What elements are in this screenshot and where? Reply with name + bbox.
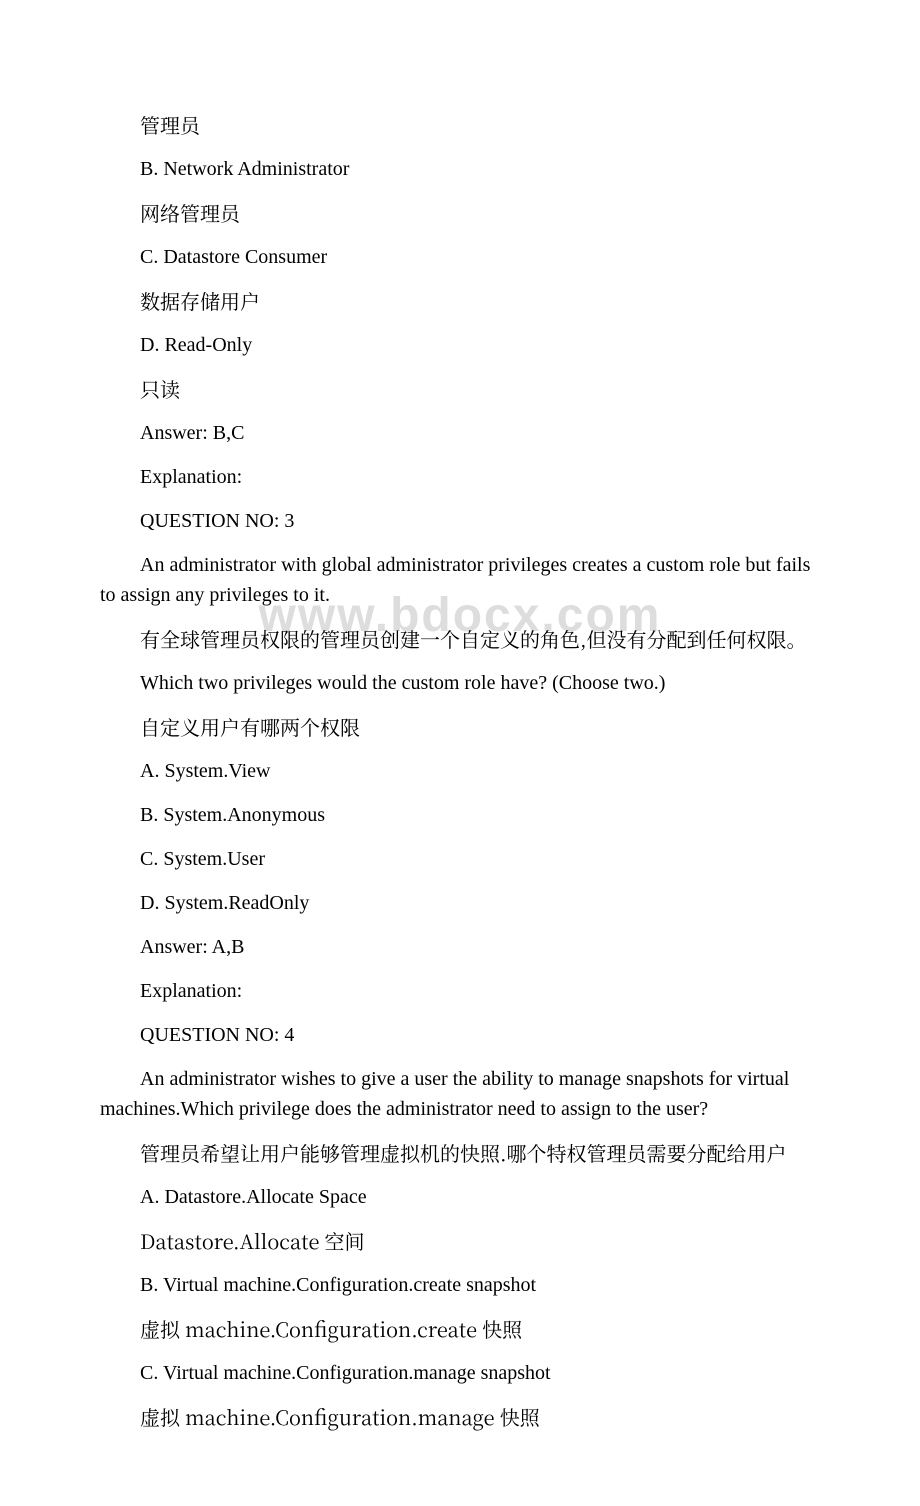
text-line: C. Virtual machine.Configuration.manage … bbox=[100, 1358, 820, 1388]
text-line: A. System.View bbox=[100, 756, 820, 786]
text-line: B. System.Anonymous bbox=[100, 800, 820, 830]
text-line: C. Datastore Consumer bbox=[100, 242, 820, 272]
text-line: Explanation: bbox=[100, 976, 820, 1006]
text-line: An administrator wishes to give a user t… bbox=[100, 1064, 820, 1124]
text-line: Answer: B,C bbox=[100, 418, 820, 448]
text-line: 管理员 bbox=[100, 110, 820, 140]
text-line: 有全球管理员权限的管理员创建一个自定义的角色,但没有分配到任何权限。 bbox=[100, 624, 820, 654]
text-line: Explanation: bbox=[100, 462, 820, 492]
text-line: 虚拟 machine.Configuration.manage 快照 bbox=[100, 1402, 820, 1432]
question-heading: QUESTION NO: 4 bbox=[100, 1020, 820, 1050]
text-line: 管理员希望让用户能够管理虚拟机的快照.哪个特权管理员需要分配给用户 bbox=[100, 1138, 820, 1168]
text-line: 自定义用户有哪两个权限 bbox=[100, 712, 820, 742]
text-line: D. System.ReadOnly bbox=[100, 888, 820, 918]
text-line: C. System.User bbox=[100, 844, 820, 874]
text-line: 虚拟 machine.Configuration.create 快照 bbox=[100, 1314, 820, 1344]
text-line: A. Datastore.Allocate Space bbox=[100, 1182, 820, 1212]
text-line: 网络管理员 bbox=[100, 198, 820, 228]
text-line: Which two privileges would the custom ro… bbox=[100, 668, 820, 698]
text-line: D. Read-Only bbox=[100, 330, 820, 360]
text-line: 数据存储用户 bbox=[100, 286, 820, 316]
text-line: An administrator with global administrat… bbox=[100, 550, 820, 610]
text-line: Answer: A,B bbox=[100, 932, 820, 962]
question-heading: QUESTION NO: 3 bbox=[100, 506, 820, 536]
text-line: B. Virtual machine.Configuration.create … bbox=[100, 1270, 820, 1300]
text-line: B. Network Administrator bbox=[100, 154, 820, 184]
document-page: 管理员 B. Network Administrator 网络管理员 C. Da… bbox=[0, 0, 920, 1506]
text-line: 只读 bbox=[100, 374, 820, 404]
text-line: Datastore.Allocate 空间 bbox=[100, 1226, 820, 1256]
